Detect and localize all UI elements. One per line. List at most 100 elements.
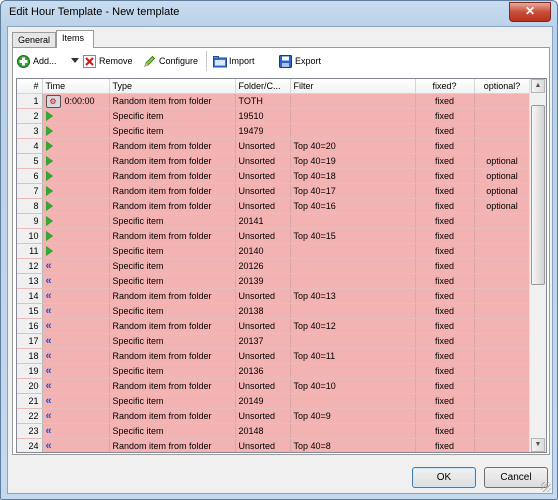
filter-cell[interactable]: Top 40=15 [290,228,416,244]
fixed-cell[interactable]: fixed [415,138,475,154]
type-cell[interactable]: Random item from folder [109,138,236,154]
optional-cell[interactable] [474,213,530,229]
row-number[interactable]: 13 [17,273,43,289]
optional-cell[interactable]: optional [474,198,530,214]
filter-cell[interactable]: Top 40=12 [290,318,416,334]
folder-cell[interactable]: Unsorted [235,438,291,452]
col-header-number[interactable]: # [17,79,43,94]
optional-cell[interactable]: optional [474,183,530,199]
table-row[interactable]: 15 « Specific item 20138 fixed [17,303,530,319]
fixed-cell[interactable]: fixed [415,333,475,349]
time-cell[interactable]: « [42,348,110,364]
type-cell[interactable]: Specific item [109,108,236,124]
folder-cell[interactable]: 19510 [235,108,291,124]
time-cell[interactable]: « [42,423,110,439]
time-cell[interactable]: « [42,378,110,394]
time-cell[interactable] [42,153,110,169]
col-header-time[interactable]: Time [42,79,110,94]
time-cell[interactable] [42,123,110,139]
fixed-cell[interactable]: fixed [415,108,475,124]
table-row[interactable]: 17 « Specific item 20137 fixed [17,333,530,349]
filter-cell[interactable] [290,213,416,229]
row-number[interactable]: 17 [17,333,43,349]
optional-cell[interactable] [474,258,530,274]
type-cell[interactable]: Random item from folder [109,288,236,304]
type-cell[interactable]: Specific item [109,363,236,379]
resize-grip-icon[interactable] [541,482,551,492]
optional-cell[interactable] [474,348,530,364]
ok-button[interactable]: OK [412,467,476,488]
row-number[interactable]: 19 [17,363,43,379]
time-cell[interactable] [42,213,110,229]
row-number[interactable]: 11 [17,243,43,259]
table-row[interactable]: 19 « Specific item 20136 fixed [17,363,530,379]
time-cell[interactable]: « [42,273,110,289]
optional-cell[interactable] [474,363,530,379]
type-cell[interactable]: Random item from folder [109,378,236,394]
row-number[interactable]: 8 [17,198,43,214]
row-number[interactable]: 15 [17,303,43,319]
fixed-cell[interactable]: fixed [415,288,475,304]
time-cell[interactable] [42,138,110,154]
filter-cell[interactable] [290,333,416,349]
filter-cell[interactable]: Top 40=20 [290,138,416,154]
optional-cell[interactable] [474,393,530,409]
row-number[interactable]: 21 [17,393,43,409]
optional-cell[interactable] [474,228,530,244]
table-row[interactable]: 22 « Random item from folder Unsorted Top 40… [17,408,530,424]
folder-cell[interactable]: 20140 [235,243,291,259]
add-button[interactable]: Add... [17,53,57,69]
folder-cell[interactable]: Unsorted [235,168,291,184]
filter-cell[interactable] [290,93,416,109]
type-cell[interactable]: Random item from folder [109,153,236,169]
row-number[interactable]: 16 [17,318,43,334]
optional-cell[interactable] [474,318,530,334]
time-cell[interactable]: « [42,303,110,319]
fixed-cell[interactable]: fixed [415,303,475,319]
table-row[interactable]: 11 Specific item 20140 fixed [17,243,530,259]
filter-cell[interactable]: Top 40=17 [290,183,416,199]
fixed-cell[interactable]: fixed [415,408,475,424]
time-cell[interactable]: « [42,318,110,334]
type-cell[interactable]: Random item from folder [109,408,236,424]
folder-cell[interactable]: Unsorted [235,198,291,214]
folder-cell[interactable]: Unsorted [235,348,291,364]
type-cell[interactable]: Specific item [109,213,236,229]
table-row[interactable]: 4 Random item from folder Unsorted Top 40=2… [17,138,530,154]
folder-cell[interactable]: Unsorted [235,408,291,424]
fixed-cell[interactable]: fixed [415,348,475,364]
folder-cell[interactable]: Unsorted [235,183,291,199]
table-row[interactable]: 8 Random item from folder Unsorted Top 40=1… [17,198,530,214]
type-cell[interactable]: Random item from folder [109,348,236,364]
optional-cell[interactable]: optional [474,153,530,169]
optional-cell[interactable] [474,273,530,289]
optional-cell[interactable] [474,93,530,109]
filter-cell[interactable] [290,258,416,274]
filter-cell[interactable] [290,303,416,319]
table-row[interactable]: 16 « Random item from folder Unsorted Top 40… [17,318,530,334]
filter-cell[interactable]: Top 40=18 [290,168,416,184]
items-grid[interactable]: # Time Type Folder/C... Filter fixed? op… [16,78,547,453]
type-cell[interactable]: Specific item [109,123,236,139]
row-number[interactable]: 1 [17,93,43,109]
row-number[interactable]: 24 [17,438,43,452]
col-header-fixed[interactable]: fixed? [415,79,475,94]
row-number[interactable]: 4 [17,138,43,154]
table-row[interactable]: 20 « Random item from folder Unsorted Top 40… [17,378,530,394]
time-cell[interactable]: « [42,408,110,424]
folder-cell[interactable]: Unsorted [235,378,291,394]
filter-cell[interactable]: Top 40=13 [290,288,416,304]
folder-cell[interactable]: 20139 [235,273,291,289]
table-row[interactable]: 3 Specific item 19479 fixed [17,123,530,139]
type-cell[interactable]: Specific item [109,258,236,274]
row-number[interactable]: 20 [17,378,43,394]
title-bar[interactable]: Edit Hour Template - New template ✕ [1,1,557,25]
table-row[interactable]: 18 « Random item from folder Unsorted Top 40… [17,348,530,364]
export-button[interactable]: Export [279,53,321,69]
tab-general[interactable]: General [12,32,56,47]
optional-cell[interactable] [474,303,530,319]
optional-cell[interactable] [474,408,530,424]
import-button[interactable]: Import [213,53,255,69]
close-button[interactable]: ✕ [509,2,551,22]
table-row[interactable]: 2 Specific item 19510 fixed [17,108,530,124]
